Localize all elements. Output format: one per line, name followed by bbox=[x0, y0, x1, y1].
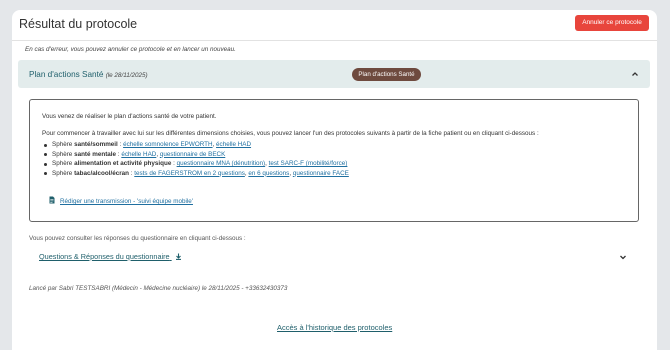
protocol-history-link[interactable]: Accès à l'historique des protocoles bbox=[277, 323, 392, 332]
protocol-link[interactable]: en 6 questions bbox=[248, 170, 289, 177]
sphere-name: tabac/alcool/écran bbox=[74, 169, 130, 177]
sphere-item: Sphère tabac/alcool/écran : tests de FAG… bbox=[42, 169, 349, 179]
protocol-link[interactable]: échelle HAD bbox=[121, 151, 156, 158]
action-plan-panel: Vous venez de réaliser le plan d'actions… bbox=[29, 99, 639, 222]
sphere-prefix: Sphère bbox=[52, 150, 75, 158]
sphere-item: Sphère santé/sommeil : échelle somnolenc… bbox=[42, 140, 349, 150]
protocol-link[interactable]: test SARC-F (mobilité/force) bbox=[269, 160, 348, 167]
protocol-link[interactable]: échelle HAD bbox=[216, 141, 251, 148]
sphere-name: santé mentale bbox=[74, 150, 117, 158]
cancel-protocol-button[interactable]: Annuler ce protocole bbox=[575, 15, 649, 31]
write-transmission-link[interactable]: Rédiger une transmission - 'suivi équipe… bbox=[60, 198, 193, 205]
sphere-name: alimentation et activité physique bbox=[74, 160, 172, 168]
protocol-link[interactable]: questionnaire de BECK bbox=[160, 151, 225, 158]
consult-text: Vous pouvez consulter les réponses du qu… bbox=[29, 235, 246, 242]
panel-start-text: Pour commencer à travailler avec lui sur… bbox=[42, 130, 539, 137]
protocol-link[interactable]: tests de FAGERSTROM en 2 questions bbox=[134, 170, 245, 177]
chevron-up-icon[interactable] bbox=[630, 69, 640, 79]
sphere-prefix: Sphère bbox=[52, 141, 75, 148]
transmission-link-row: Rédiger une transmission - 'suivi équipe… bbox=[49, 196, 193, 205]
launched-by-text: Lancé par Sabri TESTSABRI (Médecin - Méd… bbox=[29, 285, 288, 292]
protocol-link[interactable]: questionnaire MNA (dénutrition) bbox=[177, 160, 266, 167]
status-badge: Plan d'actions Santé bbox=[352, 68, 421, 81]
card-header: Résultat du protocole Annuler ce protoco… bbox=[12, 10, 657, 41]
sphere-prefix: Sphère bbox=[52, 169, 75, 177]
page-title: Résultat du protocole bbox=[19, 17, 138, 31]
sphere-list: Sphère santé/sommeil : échelle somnolenc… bbox=[42, 140, 349, 178]
protocol-link[interactable]: questionnaire FACE bbox=[293, 170, 349, 177]
download-icon[interactable] bbox=[175, 253, 182, 260]
sphere-item: Sphère santé mentale : échelle HAD, ques… bbox=[42, 150, 349, 160]
accordion-date: (le 28/11/2025) bbox=[105, 72, 148, 79]
sphere-prefix: Sphère bbox=[52, 160, 75, 168]
panel-intro: Vous venez de réaliser le plan d'actions… bbox=[42, 113, 217, 120]
accordion-header-plan-actions[interactable]: Plan d'actions Santé (le 28/11/2025) Pla… bbox=[18, 60, 650, 88]
qa-accordion-toggle[interactable]: Questions & Réponses du questionnaire bbox=[39, 252, 182, 261]
cancel-note: En cas d'erreur, vous pouvez annuler ce … bbox=[25, 46, 236, 53]
document-icon bbox=[49, 196, 55, 204]
protocol-link[interactable]: échelle somnolence EPWORTH bbox=[123, 141, 212, 148]
sphere-item: Sphère alimentation et activité physique… bbox=[42, 159, 349, 169]
qa-label: Questions & Réponses du questionnaire bbox=[39, 252, 170, 261]
sphere-name: santé/sommeil bbox=[74, 141, 118, 148]
accordion-title-text: Plan d'actions Santé bbox=[29, 70, 104, 79]
protocol-result-card: Résultat du protocole Annuler ce protoco… bbox=[12, 10, 657, 350]
chevron-down-icon[interactable] bbox=[618, 252, 628, 262]
accordion-title: Plan d'actions Santé (le 28/11/2025) bbox=[29, 70, 148, 79]
